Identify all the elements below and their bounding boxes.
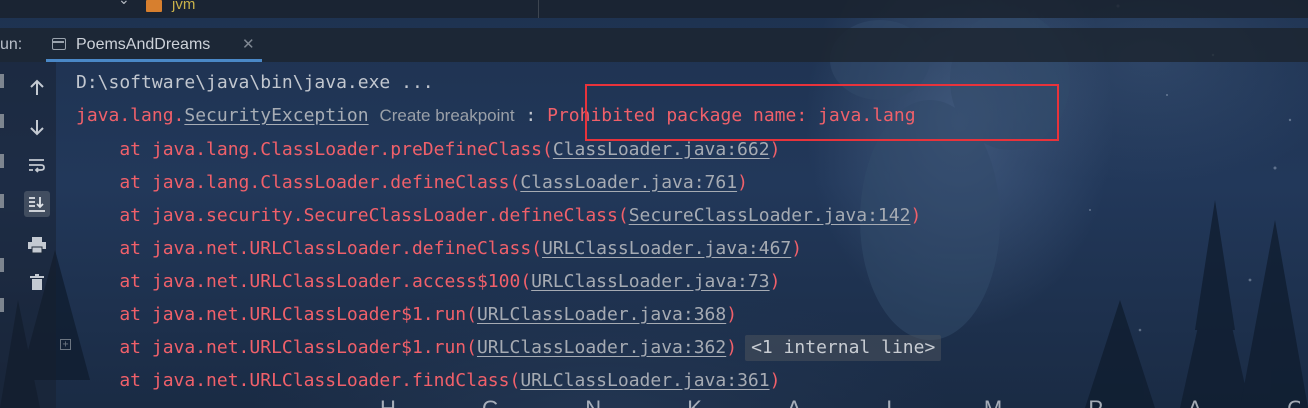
folder-label[interactable]: jvm xyxy=(172,0,195,13)
source-link[interactable]: URLClassLoader.java:361 xyxy=(520,370,769,391)
frame-suffix: ) xyxy=(726,304,738,325)
fold-toggle-icon[interactable]: + xyxy=(60,339,71,350)
folder-icon xyxy=(146,0,162,12)
active-tab-indicator xyxy=(46,59,262,62)
source-link[interactable]: URLClassLoader.java:73 xyxy=(531,271,769,292)
stack-frame: at java.net.URLClassLoader$1.run(URLClas… xyxy=(76,335,942,361)
source-link[interactable]: URLClassLoader.java:467 xyxy=(542,238,791,259)
panel-divider xyxy=(538,0,539,18)
tab-label: PoemsAndDreams xyxy=(76,36,211,53)
frame-suffix: ) xyxy=(791,238,803,259)
print-icon[interactable] xyxy=(24,232,50,258)
frame-text: at java.net.URLClassLoader.access$100( xyxy=(76,271,532,292)
exception-package: java.lang. xyxy=(76,105,185,126)
frame-suffix: ) xyxy=(769,139,781,160)
stack-frame: at java.net.URLClassLoader.defineClass(U… xyxy=(76,236,802,262)
run-tab-bar: un: PoemsAndDreams ✕ xyxy=(0,28,1308,62)
stack-frame: at java.net.URLClassLoader$1.run(URLClas… xyxy=(76,302,737,328)
frame-suffix: ) xyxy=(769,271,781,292)
trash-icon[interactable] xyxy=(24,269,50,295)
toolbar-edge-mark xyxy=(0,298,4,312)
source-link[interactable]: URLClassLoader.java:362 xyxy=(477,337,726,358)
create-breakpoint-link[interactable]: Create breakpoint xyxy=(379,106,514,125)
toolbar-edge-mark xyxy=(0,114,4,128)
frame-suffix: ) xyxy=(726,337,738,358)
source-link[interactable]: URLClassLoader.java:368 xyxy=(477,304,726,325)
arrow-down-icon[interactable] xyxy=(24,114,50,140)
source-link[interactable]: ClassLoader.java:761 xyxy=(520,172,737,193)
frame-suffix: ) xyxy=(910,205,922,226)
run-toolbar xyxy=(0,62,56,408)
error-message-highlight xyxy=(585,84,1059,141)
frame-suffix: ) xyxy=(737,172,748,193)
stack-frame: at java.security.SecureClassLoader.defin… xyxy=(76,203,921,229)
command-line: D:\software\java\bin\java.exe ... xyxy=(76,72,434,93)
soft-wrap-icon[interactable] xyxy=(24,152,50,178)
stack-frame: at java.lang.ClassLoader.defineClass(Cla… xyxy=(76,170,748,196)
exception-class-link[interactable]: SecurityException xyxy=(184,105,368,126)
frame-text: at java.lang.ClassLoader.defineClass( xyxy=(76,172,521,193)
toolbar-edge-mark xyxy=(0,154,4,168)
background-letters: H G N K A L M P A G T S xyxy=(380,396,1300,408)
source-link[interactable]: ClassLoader.java:662 xyxy=(553,139,770,160)
close-icon[interactable]: ✕ xyxy=(242,35,255,53)
frame-text: at java.net.URLClassLoader.defineClass( xyxy=(76,238,542,259)
toolbar-edge-mark xyxy=(0,194,4,208)
toolbar-edge-mark xyxy=(0,258,4,272)
scroll-to-end-icon[interactable] xyxy=(24,191,50,217)
project-tree-strip: ⌄ jvm xyxy=(0,0,1308,18)
frame-text: at java.lang.ClassLoader.preDefineClass( xyxy=(76,139,553,160)
frame-suffix: ) xyxy=(769,370,781,391)
frame-text: at java.net.URLClassLoader.findClass( xyxy=(76,370,521,391)
source-link[interactable]: SecureClassLoader.java:142 xyxy=(629,205,911,226)
toolbar-edge-mark xyxy=(0,74,4,88)
frame-text: at java.net.URLClassLoader$1.run( xyxy=(76,337,477,358)
exception-separator: : xyxy=(514,105,548,126)
run-panel-label: un: xyxy=(0,36,23,53)
arrow-up-icon[interactable] xyxy=(24,75,50,101)
stack-frame: at java.net.URLClassLoader.findClass(URL… xyxy=(76,368,780,394)
stack-frame: at java.net.URLClassLoader.access$100(UR… xyxy=(76,269,780,295)
tab-poems-and-dreams[interactable]: PoemsAndDreams ✕ xyxy=(46,28,262,62)
frame-text: at java.security.SecureClassLoader.defin… xyxy=(76,205,629,226)
chevron-down-icon[interactable]: ⌄ xyxy=(118,0,130,7)
console-window-icon xyxy=(52,38,66,50)
folded-internal-lines[interactable]: <1 internal line> xyxy=(745,335,942,361)
frame-text: at java.net.URLClassLoader$1.run( xyxy=(76,304,477,325)
